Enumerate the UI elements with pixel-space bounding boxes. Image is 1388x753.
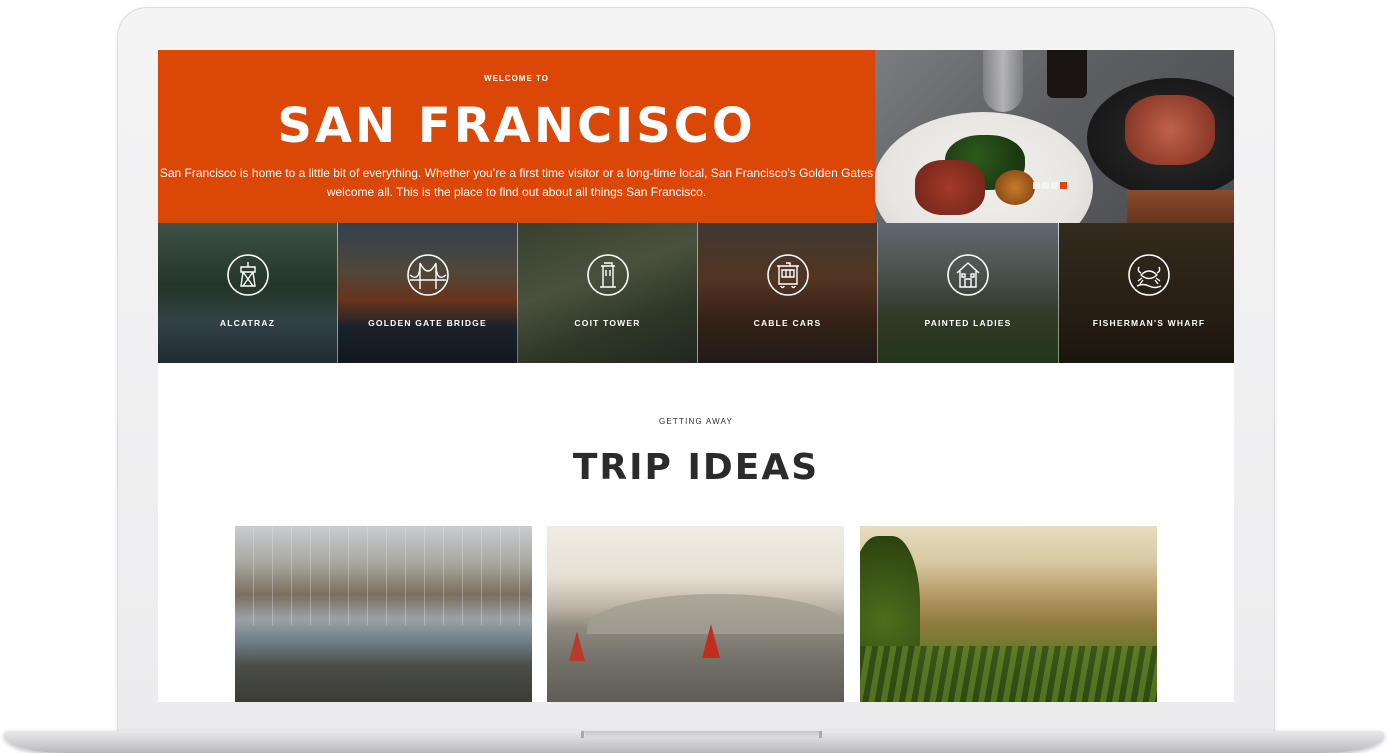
food-photo-detail <box>1125 95 1215 165</box>
landmark-tile-cable-cars[interactable]: CABLE CARS <box>698 223 878 363</box>
crab-icon <box>1128 254 1170 296</box>
landmark-label: COIT TOWER <box>574 318 641 328</box>
tower-icon <box>586 254 629 296</box>
landmark-label: CABLE CARS <box>753 318 822 328</box>
landmark-tile-coit-tower[interactable]: COIT TOWER <box>518 223 698 363</box>
landmark-tile-golden-gate-bridge[interactable]: GOLDEN GATE BRIDGE <box>338 223 518 363</box>
cable-car-icon <box>766 254 809 296</box>
landmark-label: PAINTED LADIES <box>924 318 1012 328</box>
sail-photo-detail <box>569 631 585 661</box>
slider-dot[interactable] <box>1033 182 1040 189</box>
landmark-label: ALCATRAZ <box>219 318 276 328</box>
landmark-tile-fishermans-wharf[interactable]: FISHERMAN'S WHARF <box>1059 223 1234 363</box>
trip-card-windsurfing[interactable] <box>547 526 844 702</box>
landmark-label: FISHERMAN'S WHARF <box>1092 318 1206 328</box>
slider-dot[interactable] <box>1051 182 1058 189</box>
lighthouse-tower-icon <box>226 254 269 296</box>
vine-rows-photo-detail <box>860 646 1157 702</box>
board-photo-detail <box>1127 190 1234 223</box>
hero-description: San Francisco is home to a little bit of… <box>159 166 874 199</box>
slider-pagination <box>1033 182 1067 189</box>
hero-kicker: WELCOME TO <box>484 74 549 83</box>
laptop-base-notch <box>584 731 820 738</box>
bridge-icon <box>406 254 449 296</box>
landmark-tile-painted-ladies[interactable]: PAINTED LADIES <box>878 223 1059 363</box>
laptop-hinge-left <box>581 731 584 738</box>
laptop-hinge-right <box>819 731 822 738</box>
landmark-tile-alcatraz[interactable]: ALCATRAZ <box>158 223 338 363</box>
section-title: TRIP IDEAS <box>572 447 820 488</box>
wine-glass-photo-detail <box>983 50 1023 112</box>
hero-banner: WELCOME TO SAN FRANCISCO San Francisco i… <box>158 50 875 223</box>
slider-dot-active[interactable] <box>1060 182 1067 189</box>
laptop-base <box>4 731 1384 753</box>
house-icon <box>947 254 989 296</box>
slider-dot[interactable] <box>1042 182 1049 189</box>
trip-card-vineyard[interactable] <box>860 526 1157 702</box>
food-photo-detail <box>915 160 985 215</box>
hero-slider-image <box>875 50 1234 223</box>
food-photo-detail <box>995 170 1035 205</box>
sail-photo-detail <box>702 624 720 658</box>
bottle-photo-detail <box>1047 50 1087 98</box>
pier-photo-detail <box>235 526 532 702</box>
hero-title: SAN FRANCISCO <box>277 98 756 154</box>
landmark-label: GOLDEN GATE BRIDGE <box>368 318 487 328</box>
landmark-tiles: ALCATRAZ GOLDEN GATE BRIDGE COIT TOWER C… <box>158 223 1234 363</box>
browser-viewport: WELCOME TO SAN FRANCISCO San Francisco i… <box>158 50 1234 702</box>
section-kicker: GETTING AWAY <box>658 417 734 426</box>
trip-card-pier[interactable] <box>235 526 532 702</box>
